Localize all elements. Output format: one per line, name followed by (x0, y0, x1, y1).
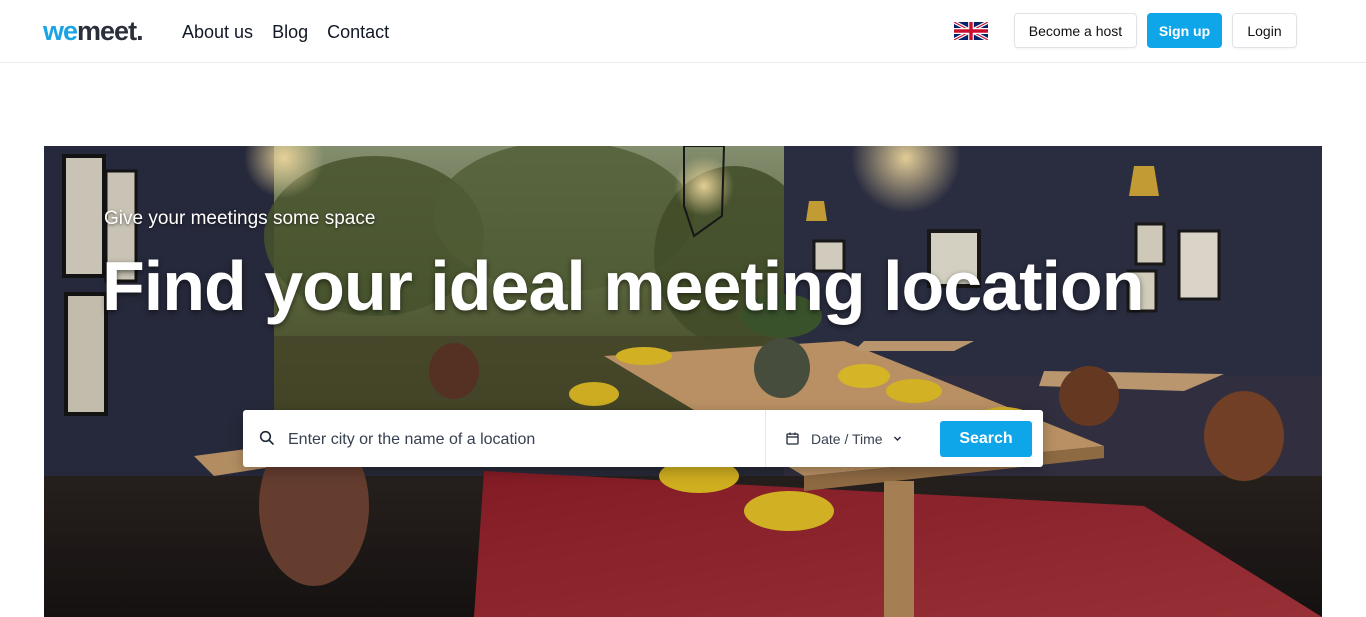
uk-flag-icon[interactable] (954, 22, 988, 40)
date-time-picker[interactable]: Date / Time (766, 410, 916, 467)
hero-banner: Give your meetings some space Find your … (44, 146, 1322, 617)
wemeet-logo[interactable]: wemeet. (43, 14, 144, 48)
nav-blog[interactable]: Blog (272, 20, 308, 44)
login-button[interactable]: Login (1232, 13, 1297, 48)
sign-up-button[interactable]: Sign up (1147, 13, 1222, 48)
location-search-input[interactable] (286, 424, 760, 456)
nav-contact[interactable]: Contact (327, 20, 389, 44)
logo-we: we (43, 16, 78, 46)
search-button[interactable]: Search (940, 421, 1032, 457)
search-icon (259, 430, 274, 445)
chevron-down-icon (893, 436, 901, 441)
become-host-button[interactable]: Become a host (1014, 13, 1137, 48)
nav-about-us[interactable]: About us (182, 20, 253, 44)
main-nav: About us Blog Contact (182, 20, 389, 44)
hero-headline: Find your ideal meeting location (102, 247, 1144, 325)
top-navbar: wemeet. About us Blog Contact Become a h… (0, 0, 1366, 63)
logo-meet: meet (77, 16, 137, 46)
logo-dot: . (136, 16, 143, 46)
calendar-icon (786, 432, 799, 445)
date-time-label: Date / Time (811, 430, 883, 447)
hero-tagline: Give your meetings some space (104, 208, 376, 229)
search-bar: Date / Time Search (243, 410, 1043, 467)
